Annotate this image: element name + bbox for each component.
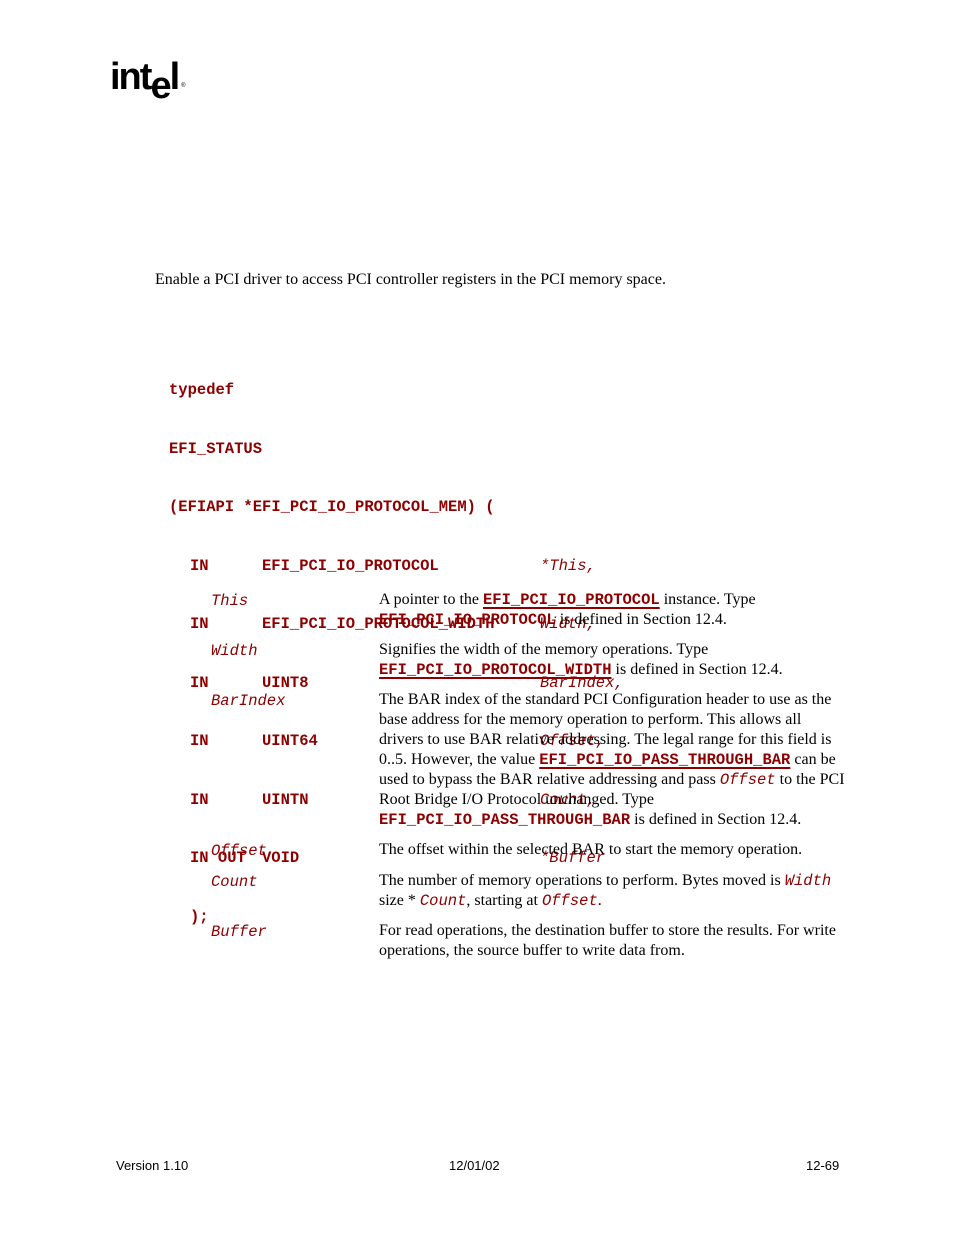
footer-page-number: 12-69	[806, 1158, 840, 1173]
desc-text: is defined in Section 12.4.	[611, 661, 783, 678]
type-name: EFI_PCI_IO_PROTOCOL	[379, 611, 556, 629]
arg-type: EFI_PCI_IO_PROTOCOL	[262, 556, 439, 575]
code-line-return-type: EFI_STATUS	[169, 439, 263, 458]
desc-text: instance. Type	[659, 591, 756, 608]
protocol-width-link[interactable]: EFI_PCI_IO_PROTOCOL_WIDTH	[379, 661, 612, 679]
desc-text: is defined in Section 12.4.	[555, 611, 727, 628]
summary-text: Enable a PCI driver to access PCI contro…	[155, 271, 666, 288]
param-description: The number of memory operations to perfo…	[379, 871, 845, 911]
protocol-link[interactable]: EFI_PCI_IO_PROTOCOL	[483, 591, 660, 609]
param-this: This A pointer to the EFI_PCI_IO_PROTOCO…	[211, 590, 851, 630]
arg-direction: IN	[190, 556, 209, 575]
param-description: A pointer to the EFI_PCI_IO_PROTOCOL ins…	[379, 590, 845, 630]
desc-text: .	[597, 892, 602, 909]
desc-text: is defined in Section 12.4.	[630, 811, 802, 828]
logo-text: int	[110, 56, 152, 98]
param-name: Width	[211, 642, 258, 660]
desc-text: size *	[379, 892, 420, 909]
code-line-typedef: typedef	[169, 381, 235, 399]
intel-logo: intel ®	[110, 56, 186, 105]
param-description: For read operations, the destination buf…	[379, 922, 836, 959]
param-offset: Offset The offset within the selected BA…	[211, 840, 851, 861]
param-buffer: Buffer For read operations, the destinat…	[211, 921, 851, 961]
param-name: Count	[211, 873, 258, 891]
param-description: Signifies the width of the memory operat…	[379, 640, 845, 680]
offset-ref: Offset	[719, 771, 776, 789]
code-arg: IN EFI_PCI_IO_PROTOCOL *This,	[169, 557, 624, 577]
offset-ref: Offset	[541, 892, 598, 910]
param-name: Offset	[211, 842, 267, 860]
arg-name: *This,	[540, 556, 596, 575]
parameters-list: This A pointer to the EFI_PCI_IO_PROTOCO…	[211, 590, 851, 971]
width-ref: Width	[784, 872, 832, 890]
param-description: The BAR index of the standard PCI Config…	[379, 690, 845, 830]
desc-text: Signifies the width of the memory operat…	[379, 641, 709, 658]
desc-text: , starting at	[466, 892, 542, 909]
logo-text-end: l	[169, 56, 180, 98]
param-description: The offset within the selected BAR to st…	[379, 841, 803, 858]
code-line-function-name: (EFIAPI *EFI_PCI_IO_PROTOCOL_MEM) (	[169, 498, 495, 516]
desc-text: A pointer to the	[379, 591, 483, 608]
param-name: Buffer	[211, 923, 267, 941]
param-barindex: BarIndex The BAR index of the standard P…	[211, 690, 851, 830]
footer-date: 12/01/02	[449, 1158, 500, 1173]
type-name: EFI_PCI_IO_PASS_THROUGH_BAR	[379, 811, 631, 829]
registered-mark: ®	[181, 83, 186, 89]
desc-text: The number of memory operations to perfo…	[379, 872, 785, 889]
logo-dropped-e: e	[150, 65, 171, 107]
footer-version: Version 1.10	[116, 1158, 189, 1173]
param-name: This	[211, 592, 249, 610]
param-count: Count The number of memory operations to…	[211, 871, 851, 911]
pass-through-bar-link[interactable]: EFI_PCI_IO_PASS_THROUGH_BAR	[539, 751, 790, 769]
param-width: Width Signifies the width of the memory …	[211, 640, 851, 680]
param-name: BarIndex	[211, 692, 286, 710]
count-ref: Count	[419, 892, 467, 910]
